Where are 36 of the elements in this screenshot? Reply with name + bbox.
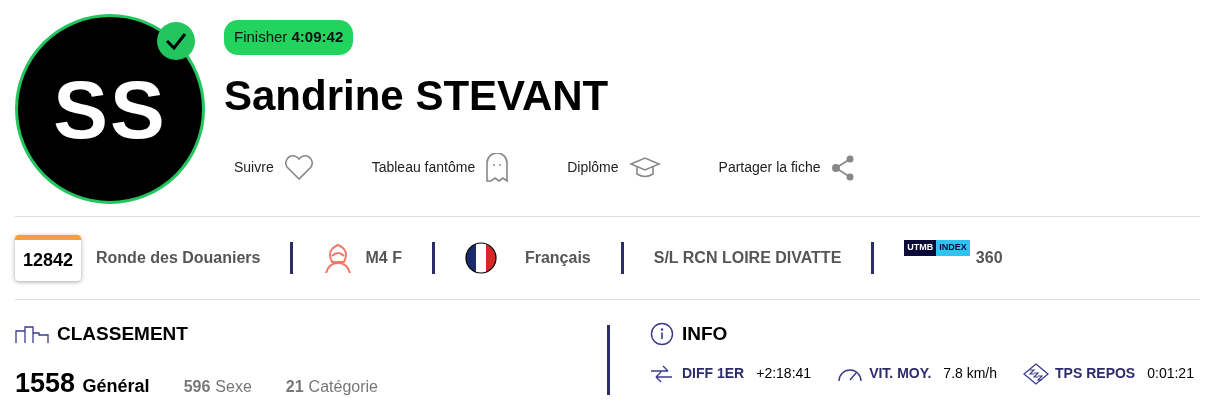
section-title: CLASSEMENT — [57, 322, 188, 346]
info-label: TPS REPOS — [1055, 364, 1136, 383]
rank-label: Sexe — [215, 377, 252, 395]
detail-text: Français — [524, 248, 591, 268]
action-link[interactable]: Suivre — [234, 152, 314, 183]
info-label: VIT. MOY. — [869, 364, 932, 383]
detail-text: S/L RCN LOIRE DIVATTE — [653, 248, 842, 268]
info-label: DIFF 1ER — [682, 364, 745, 383]
podium-icon — [15, 325, 49, 344]
avatar: SS — [15, 14, 205, 204]
info-icon — [650, 322, 674, 347]
rank-label: Catégorie — [308, 377, 378, 395]
detail-text: Ronde des Douaniers — [96, 248, 261, 268]
athlete-name: Sandrine STEVANT — [224, 72, 610, 119]
action-link[interactable]: Diplôme — [567, 152, 661, 183]
action-link[interactable]: Tableau fantôme — [371, 152, 510, 183]
woman-icon — [323, 242, 354, 274]
detail-text: 360 — [975, 248, 1003, 268]
rank-value: 596 — [183, 377, 211, 395]
info-value: +2:18:41 — [756, 364, 812, 383]
heart-icon — [283, 154, 314, 181]
finisher-badge: Finisher 4:09:42 — [224, 20, 354, 55]
utmb-index-logo: UTMB INDEX — [904, 240, 970, 256]
section-title: INFO — [682, 322, 728, 346]
info-value: 7.8 km/h — [943, 364, 998, 383]
bib-number: 12842 — [15, 235, 81, 281]
detail-text: M4 F — [365, 248, 402, 268]
graduation-cap-icon — [628, 155, 661, 180]
sleep-icon — [1023, 362, 1050, 385]
overall-rank: 1558 Général — [15, 366, 150, 400]
rank-value: 21 — [285, 377, 304, 395]
action-link[interactable]: Partager la fiche — [718, 152, 855, 183]
flag-icon — [464, 242, 497, 274]
share-icon — [830, 154, 855, 181]
ghost-icon — [485, 152, 510, 183]
info-value: 0:01:21 — [1147, 364, 1194, 383]
